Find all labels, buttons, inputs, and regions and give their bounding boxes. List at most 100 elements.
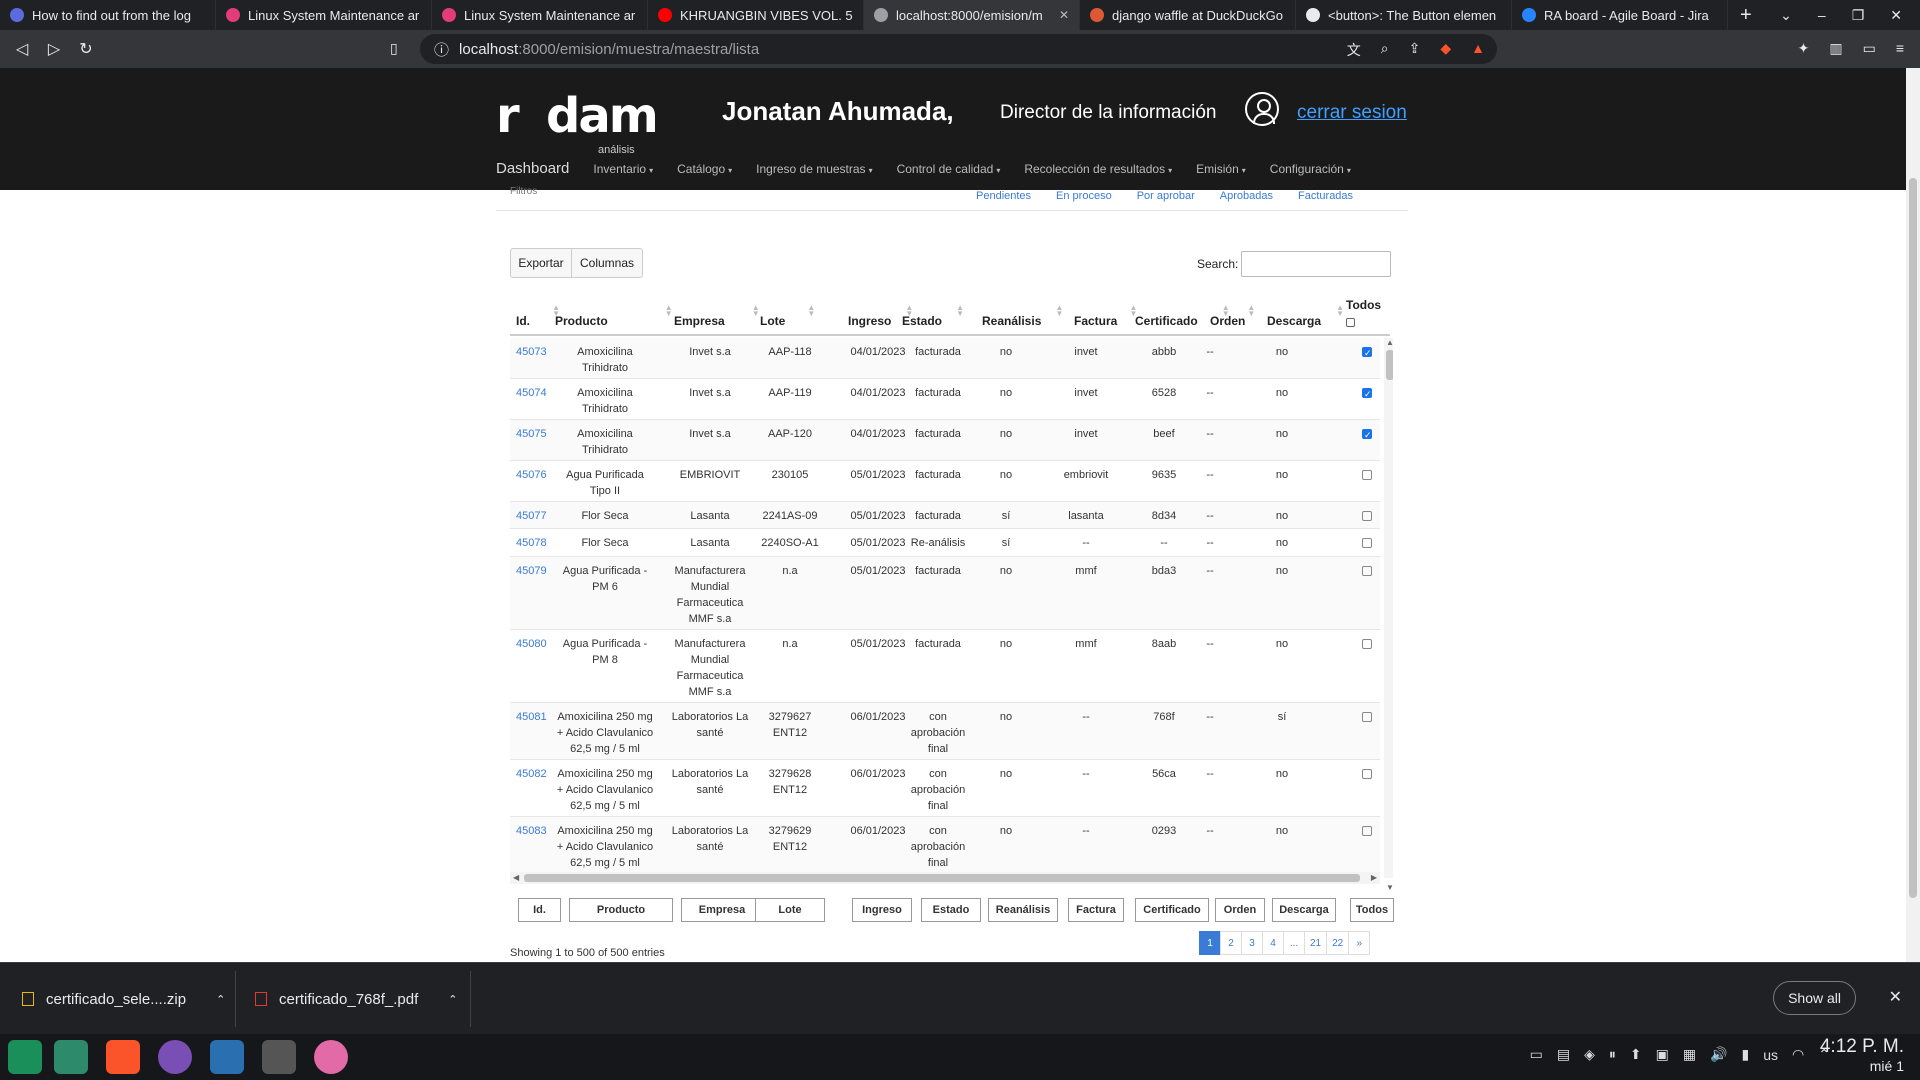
browser-tab[interactable]: django waffle at DuckDuckGo (1080, 0, 1296, 30)
column-filter-button[interactable]: Descarga (1272, 898, 1336, 922)
keyboard-layout[interactable]: us (1763, 1047, 1778, 1063)
show-all-button[interactable]: Show all (1773, 981, 1856, 1015)
pause-icon[interactable]: ⏸ (1609, 1046, 1616, 1063)
column-filter-button[interactable]: Lote (755, 898, 825, 922)
wallet-icon[interactable]: ▭ (1863, 40, 1876, 57)
new-tab-icon[interactable]: + (1728, 4, 1764, 27)
column-header[interactable]: Reanálisis ▲ ▼ (982, 304, 1063, 329)
status-link[interactable]: Por aprobar (1137, 190, 1195, 202)
table-horizontal-scrollbar[interactable]: ◀ ▶ (510, 872, 1380, 884)
column-filter-button[interactable]: Reanálisis (988, 898, 1058, 922)
sample-id-link[interactable]: 45079 (516, 563, 556, 579)
row-checkbox[interactable] (1362, 511, 1372, 521)
column-filter-button[interactable]: Empresa (681, 898, 763, 922)
volume-icon[interactable]: 🔊 (1710, 1046, 1727, 1063)
scroll-down-icon[interactable]: ▼ (1386, 883, 1393, 892)
status-link[interactable]: En proceso (1056, 190, 1112, 202)
emacs-icon[interactable] (158, 1040, 192, 1074)
column-filter-button[interactable]: Certificado (1135, 898, 1209, 922)
pycharm-icon[interactable] (210, 1040, 244, 1074)
table-row[interactable]: 45075 Amoxicilina Trihidrato Invet s.a AAP-… (510, 420, 1380, 461)
logout-link[interactable]: cerrar sesion (1297, 102, 1407, 124)
brave-shield-icon[interactable]: ◆ (1440, 40, 1451, 60)
brave-rewards-icon[interactable]: ▲ (1471, 40, 1485, 60)
file-manager-icon[interactable] (54, 1040, 88, 1074)
sample-id-link[interactable]: 45075 (516, 426, 556, 442)
user-circle-icon[interactable] (1245, 92, 1279, 126)
column-filter-button[interactable]: Todos (1350, 898, 1394, 922)
sample-id-link[interactable]: 45073 (516, 344, 556, 360)
menu-icon[interactable]: ≡ (1896, 40, 1904, 57)
search-input[interactable] (1241, 251, 1391, 277)
row-checkbox[interactable] (1362, 566, 1372, 576)
sort-icon[interactable]: ▲ ▼ (956, 304, 964, 318)
sidebar-icon[interactable]: ▥ (1829, 40, 1842, 57)
column-header[interactable]: Certificado ▲ ▼ (1135, 304, 1230, 329)
row-checkbox[interactable] (1362, 427, 1372, 443)
reload-icon[interactable]: ↻ (70, 39, 102, 59)
share-icon[interactable]: ⇪ (1409, 40, 1421, 60)
wifi-icon[interactable]: ◠ (1792, 1046, 1804, 1063)
row-checkbox[interactable] (1362, 826, 1372, 836)
status-link[interactable]: Facturadas (1298, 190, 1353, 202)
download-item-pdf[interactable]: certificado_768f_.pdf ⌃ (255, 963, 457, 1035)
export-button[interactable]: Exportar (510, 248, 572, 278)
table-row[interactable]: 45078 Flor Seca Lasanta 2240SO-A1 05/01/2023… (510, 529, 1380, 557)
nav-item[interactable]: Emisión ▾ (1196, 162, 1246, 176)
clock[interactable]: 4:12 P. M. mié 1 (1820, 1036, 1904, 1074)
status-link[interactable]: Aprobadas (1220, 190, 1273, 202)
sort-icon[interactable]: ▲ ▼ (1336, 304, 1344, 318)
network-drive-icon[interactable]: ◈ (1584, 1046, 1595, 1063)
chevron-up-icon[interactable]: ⌃ (448, 993, 457, 1006)
nav-item[interactable]: Configuración ▾ (1270, 162, 1351, 176)
sample-id-link[interactable]: 45080 (516, 636, 556, 652)
logo[interactable]: r dam análisis (496, 74, 659, 156)
sample-id-link[interactable]: 45074 (516, 385, 556, 401)
select-all-checkbox[interactable] (1346, 318, 1355, 327)
sample-id-link[interactable]: 45081 (516, 709, 556, 725)
battery-icon[interactable]: ▮ (1742, 1046, 1750, 1063)
row-checkbox[interactable] (1362, 769, 1372, 779)
update-icon[interactable]: ⬆ (1630, 1046, 1642, 1063)
back-icon[interactable]: ◁ (6, 39, 38, 59)
next-page-button[interactable]: » (1348, 931, 1371, 955)
page-button[interactable]: 21 (1304, 931, 1328, 955)
table-hscroll-thumb[interactable] (524, 874, 1360, 882)
chat-app-icon[interactable] (314, 1040, 348, 1074)
column-filter-button[interactable]: Id. (518, 898, 561, 922)
row-checkbox[interactable] (1362, 386, 1372, 402)
tab-list-icon[interactable]: ⌄ (1780, 7, 1792, 24)
column-header[interactable]: Id. ▲ ▼ (516, 304, 560, 329)
table-row[interactable]: 45076 Agua Purificada Tipo II EMBRIOVIT 230… (510, 461, 1380, 502)
forward-icon[interactable]: ▷ (38, 39, 70, 59)
column-header[interactable]: Todos (1346, 298, 1381, 312)
page-button[interactable]: 1 (1199, 931, 1221, 955)
row-checkbox[interactable] (1362, 712, 1372, 722)
row-checkbox[interactable] (1362, 538, 1372, 548)
browser-tab[interactable]: <button>: The Button elemen (1296, 0, 1512, 30)
nav-item[interactable]: Inventario ▾ (593, 162, 653, 176)
scroll-right-icon[interactable]: ▶ (1371, 873, 1377, 882)
sort-icon[interactable]: ▲ ▼ (752, 304, 760, 318)
browser-tab[interactable]: RA board - Agile Board - Jira (1512, 0, 1728, 30)
column-filter-button[interactable]: Producto (569, 898, 673, 922)
app-menu-icon[interactable] (8, 1040, 42, 1074)
column-header[interactable]: Producto ▲ ▼ (555, 304, 673, 329)
table-row[interactable]: 45077 Flor Seca Lasanta 2241AS-09 05/01/2023… (510, 502, 1380, 529)
sample-id-link[interactable]: 45083 (516, 823, 556, 839)
download-item-zip[interactable]: certificado_sele....zip ⌃ (22, 963, 225, 1035)
status-link[interactable]: Pendientes (976, 190, 1031, 202)
extensions-icon[interactable]: ✦ (1798, 40, 1810, 57)
nav-item[interactable]: Catálogo ▾ (677, 162, 732, 176)
site-info-icon[interactable]: ⓘ (434, 39, 449, 60)
column-filter-button[interactable]: Estado (921, 898, 981, 922)
row-checkbox[interactable] (1362, 345, 1372, 361)
notes-icon[interactable]: ▦ (1683, 1046, 1696, 1063)
window-icon[interactable]: ▭ (1530, 1046, 1543, 1063)
clipboard-icon[interactable]: ▤ (1557, 1046, 1570, 1063)
table-row[interactable]: 45080 Agua Purificada - PM 8 Manufacturera… (510, 630, 1380, 703)
browser-tab[interactable]: How to find out from the log (0, 0, 216, 30)
row-checkbox[interactable] (1362, 639, 1372, 649)
page-scrollbar[interactable] (1906, 68, 1920, 962)
nav-dashboard[interactable]: Dashboard (496, 160, 569, 177)
